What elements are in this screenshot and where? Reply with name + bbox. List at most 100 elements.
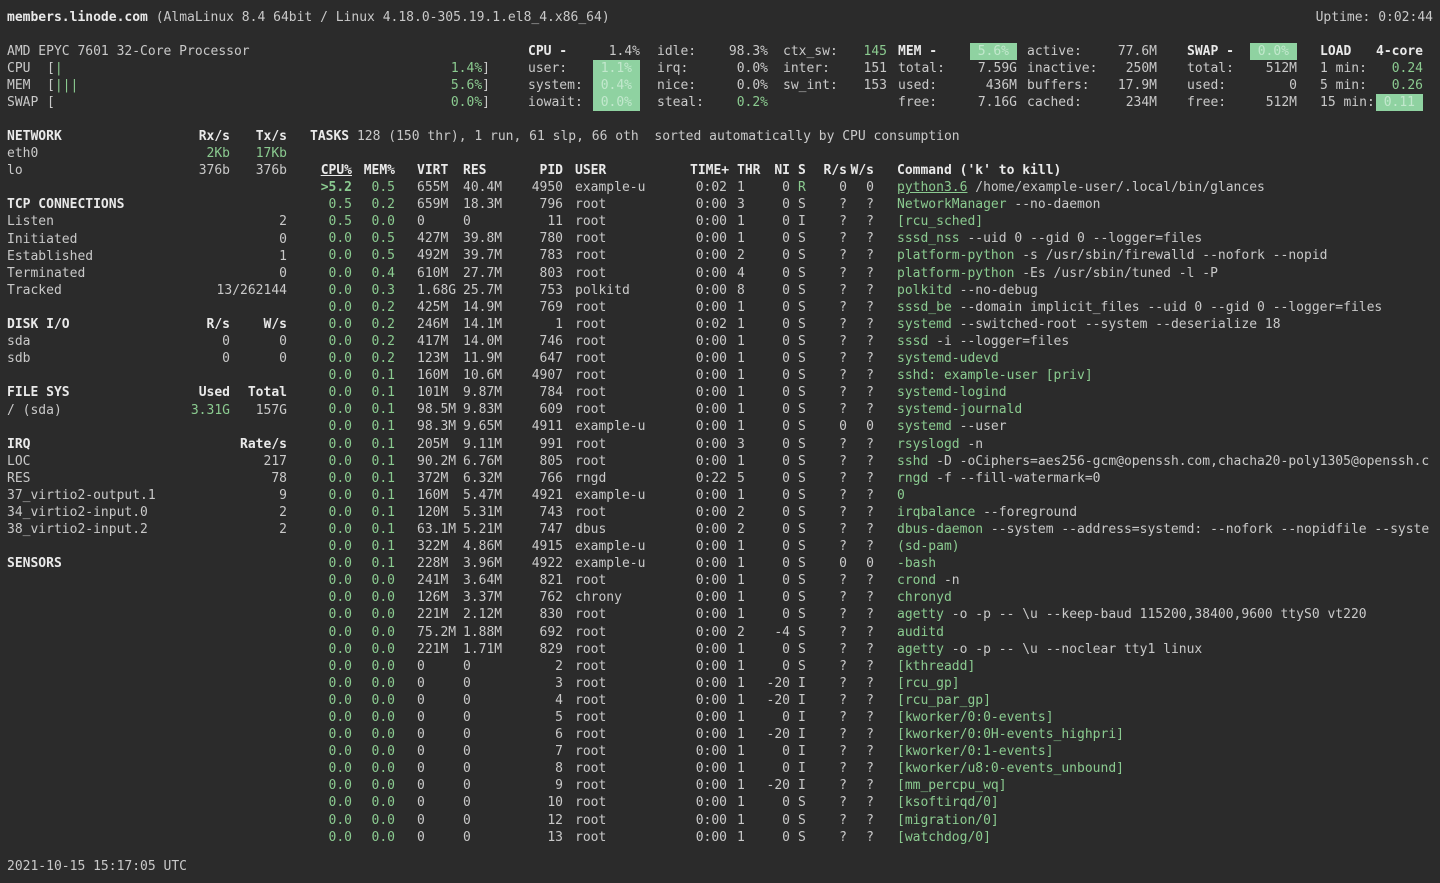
user-cell: root [575, 196, 690, 213]
mem-percent-cell: 0.0 [360, 692, 395, 709]
nice-cell: 0 [760, 589, 790, 606]
sidebar-section-title: IRQ [7, 436, 160, 453]
virt-cell: 427M [417, 230, 463, 247]
state-cell: S [798, 470, 814, 487]
thr-cell: 1 [737, 675, 760, 692]
stat-row: active:77.6M [1027, 43, 1157, 60]
cpu-model: AMD EPYC 7601 32-Core Processor [7, 43, 250, 60]
pid-cell: 746 [510, 333, 563, 350]
sidebar-header-col1: Used [160, 384, 230, 401]
thr-cell: 1 [737, 572, 760, 589]
read-rate-cell: ? [814, 247, 847, 264]
mem-percent-cell: 0.0 [360, 572, 395, 589]
state-cell: S [798, 812, 814, 829]
state-cell: S [798, 624, 814, 641]
pid-cell: 4950 [510, 179, 563, 196]
user-cell: root [575, 230, 690, 247]
pid-cell: 8 [510, 760, 563, 777]
write-rate-cell: ? [847, 384, 874, 401]
read-rate-cell: ? [814, 572, 847, 589]
cpu-percent-cell: 0.0 [310, 453, 352, 470]
cpu-percent-cell: 0.0 [310, 401, 352, 418]
process-row: 0.00.00012root0:0010S??[migration/0] [310, 812, 1440, 829]
thr-cell: 1 [737, 538, 760, 555]
nice-cell: 0 [760, 709, 790, 726]
command-cell: chronyd [897, 589, 1440, 606]
nice-cell: 0 [760, 829, 790, 846]
mem-percent-cell: 0.2 [360, 316, 395, 333]
cpu-percent-cell: 0.0 [310, 675, 352, 692]
cpu-percent-cell: 0.0 [310, 436, 352, 453]
gauge-bar: | [55, 60, 451, 77]
sidebar-row-label: Listen [7, 213, 160, 230]
mem-percent-cell: 0.0 [360, 709, 395, 726]
command-name: [kworker/0:0H-events_highpri] [897, 727, 1124, 742]
gauge-open-bracket: [ [47, 94, 55, 111]
sidebar-row: Tracked13/262144 [7, 282, 287, 299]
pid-cell: 12 [510, 812, 563, 829]
res-cell: 9.65M [463, 418, 510, 435]
column-header-ws: W/s [847, 162, 874, 179]
user-cell: root [575, 675, 690, 692]
command-args: --system --address=systemd: --nofork --n… [983, 522, 1429, 537]
stat-row: used:0 [1187, 77, 1297, 94]
thr-cell: 1 [737, 658, 760, 675]
sidebar-row: 38_virtio2-input.22 [7, 521, 287, 538]
thr-cell: 1 [737, 812, 760, 829]
stat-row: iowait:0.0% [528, 94, 640, 111]
time-cell: 0:00 [690, 350, 727, 367]
state-cell: S [798, 247, 814, 264]
res-cell: 14.0M [463, 333, 510, 350]
cpu-percent-cell: 0.0 [310, 692, 352, 709]
column-header-thr: THR [737, 162, 760, 179]
command-name: agetty [897, 607, 944, 622]
sidebar-row-value2: 217 [230, 453, 287, 470]
sidebar-row: eth02Kb17Kb [7, 145, 287, 162]
res-cell: 0 [463, 794, 510, 811]
process-row: 0.00.0241M3.64M821root0:0010S??crond -n [310, 572, 1440, 589]
nice-cell: -20 [760, 726, 790, 743]
nice-cell: 0 [760, 538, 790, 555]
process-row: 0.00.0221M1.71M829root0:0010S??agetty -o… [310, 641, 1440, 658]
stat-label: steal: [657, 94, 704, 111]
read-rate-cell: ? [814, 589, 847, 606]
pid-cell: 783 [510, 247, 563, 264]
res-cell: 5.31M [463, 504, 510, 521]
command-name: polkitd [897, 283, 952, 298]
stat-row: 1 min:0.24 [1320, 60, 1423, 77]
process-row: 0.00.00013root0:0010S??[watchdog/0] [310, 829, 1440, 846]
res-cell: 10.6M [463, 367, 510, 384]
write-rate-cell: ? [847, 606, 874, 623]
user-cell: root [575, 265, 690, 282]
command-name: [mm_percpu_wq] [897, 778, 1007, 793]
virt-cell: 221M [417, 606, 463, 623]
stat-value: 77.6M [1118, 43, 1157, 60]
command-name: 0 [897, 488, 905, 503]
time-cell: 0:00 [690, 453, 727, 470]
stat-label: ctx_sw: [783, 43, 838, 60]
user-cell: root [575, 794, 690, 811]
res-cell: 6.32M [463, 470, 510, 487]
res-cell: 0 [463, 777, 510, 794]
command-cell: crond -n [897, 572, 1440, 589]
state-cell: S [798, 316, 814, 333]
cpu-percent-cell: 0.0 [310, 418, 352, 435]
res-cell: 11.9M [463, 350, 510, 367]
command-cell: (sd-pam) [897, 538, 1440, 555]
time-cell: 0:00 [690, 572, 727, 589]
command-name: sshd [897, 454, 928, 469]
time-cell: 0:00 [690, 555, 727, 572]
sidebar-gap [7, 179, 287, 196]
time-cell: 0:00 [690, 812, 727, 829]
process-row: 0.00.1101M9.87M784root0:0010S??systemd-l… [310, 384, 1440, 401]
state-cell: S [798, 555, 814, 572]
write-rate-cell: ? [847, 726, 874, 743]
sidebar-row-value1: 0 [160, 333, 230, 350]
read-rate-cell: ? [814, 401, 847, 418]
sidebar-row: / (sda)3.31G157G [7, 402, 287, 419]
sidebar-section-header-tcp-connections: TCP CONNECTIONS [7, 196, 287, 213]
command-name: -bash [897, 556, 936, 571]
mem-percent-cell: 0.0 [360, 606, 395, 623]
read-rate-cell: ? [814, 282, 847, 299]
process-row: 0.00.00010root0:0010S??[ksoftirqd/0] [310, 794, 1440, 811]
